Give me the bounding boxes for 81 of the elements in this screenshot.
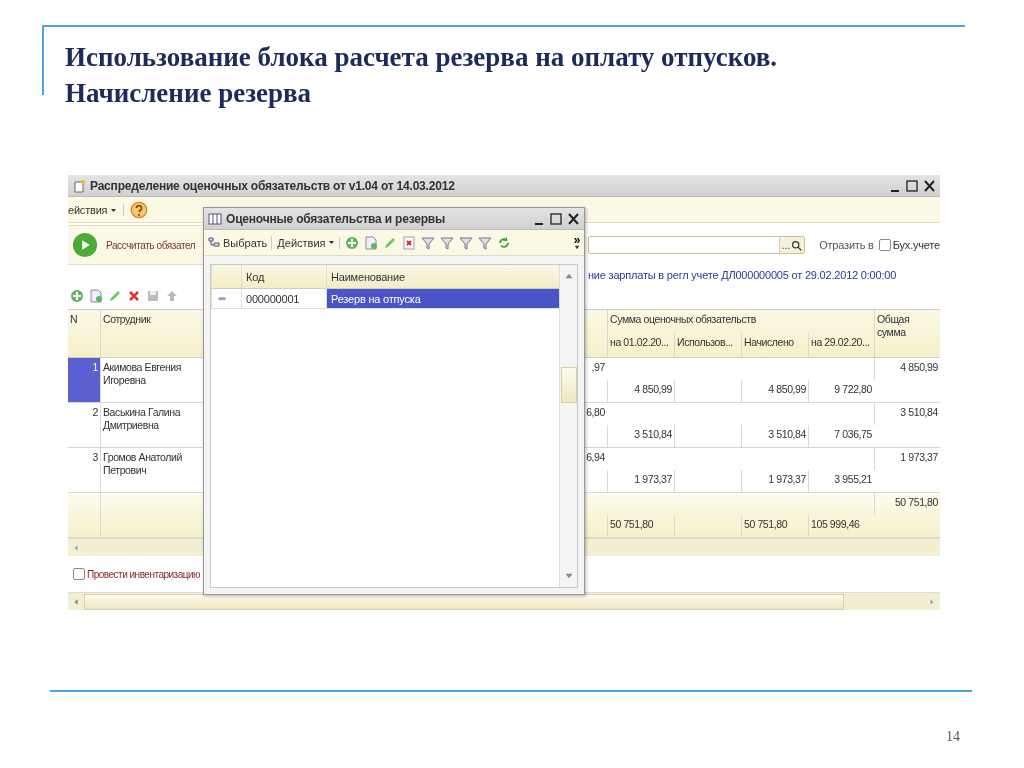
left-arrow-icon[interactable] [72,543,80,552]
table-cell: 7 036,75 [808,425,874,447]
search-field[interactable]: ... [587,236,806,254]
employee-name: Громов Анатолий Петрович [100,448,200,492]
search-icon [791,239,803,251]
delete-icon[interactable] [127,289,141,303]
plus-icon[interactable] [344,235,359,250]
checkbox[interactable] [73,568,85,580]
refresh-icon[interactable] [496,235,511,250]
row-number[interactable]: 3 [68,448,100,492]
scrollbar-thumb[interactable] [560,367,577,403]
column-header[interactable]: Код [241,265,326,288]
table-icon [208,211,222,226]
column-header: Сумма оценочных обязательств [607,310,874,333]
table-cell: 9 722,80 [808,380,874,402]
table-cell: 3 510,84 [741,425,808,447]
table-cell: 4 850,99 [741,380,808,402]
table-cell: 3 510,84 [874,403,940,425]
dialog-title: Оценочные обязательства и резервы [226,211,447,226]
window-title: Распределение оценочных обязательств от v1.04 от 14.03.2012 [90,178,456,193]
delete-icon[interactable] [401,235,416,250]
plus-icon[interactable] [70,289,84,303]
more-button[interactable]: » [573,234,581,251]
select-button[interactable]: Выбрать [207,235,273,250]
item-icon [216,294,228,303]
total-cell: 50 751,80 [607,515,674,537]
table-cell: 50 751,80 [874,493,940,515]
scrollbar-thumb[interactable] [84,593,844,610]
save-icon[interactable] [146,289,160,303]
table-cell: 4 850,99 [607,380,674,402]
column-header: N [69,312,79,327]
document-icon [72,178,86,193]
document-icon[interactable] [363,235,378,250]
actions-menu[interactable]: ействия [68,203,125,216]
column-header: Общая сумма [874,310,940,357]
actions-menu[interactable]: Действия [277,236,340,249]
table-cell: 1 973,37 [874,448,940,470]
checkbox-label: Провести инвентаризацию [87,568,201,580]
caret-icon [573,244,581,251]
employee-name: Васькина Галина Дмитриевна [100,403,200,447]
page-number: 14 [946,729,960,745]
total-cell: 50 751,80 [741,515,808,537]
table-cell: 4 850,99 [874,358,940,380]
checkbox-label: Бух.учете [892,239,940,251]
tree-icon [207,235,221,250]
pencil-icon[interactable] [108,289,122,303]
window-controls-icon[interactable] [534,211,580,226]
right-arrow-icon[interactable] [928,597,936,606]
help-icon[interactable] [130,200,149,219]
table-cell: 3 510,84 [607,425,674,447]
column-header: Использов... [674,333,741,357]
filter-icon[interactable] [439,235,454,250]
column-header: на 01.02.20... [607,333,674,357]
select-button[interactable]: ... [778,237,805,253]
employee-name: Акимова Евгения Игоревна [100,358,200,402]
filter-icon[interactable] [420,235,435,250]
checkbox[interactable] [878,239,891,251]
caret-icon [110,206,118,214]
up-arrow-icon[interactable] [165,289,179,303]
total-cell: 105 999,46 [808,515,874,537]
table-cell: 1 973,37 [607,470,674,492]
slide-title: Начисление резерва [65,77,313,110]
table-cell: 3 955,21 [808,470,874,492]
column-header: на 29.02.20... [808,333,874,357]
document-link[interactable]: ние зарплаты в регл учете ДЛ000000005 от 29.02.2012 0:00:00 [588,269,897,281]
play-icon [72,232,98,258]
row-number[interactable]: 1 [68,358,100,402]
filter-icon[interactable] [477,235,492,250]
slide-title: Использование блока расчета резерва на оплату отпусков. [65,41,779,74]
reflect-label: Отразить в [819,239,874,251]
table-cell: 1 973,37 [741,470,808,492]
table-cell[interactable]: Резерв на отпуска [326,289,559,308]
row-number[interactable]: 2 [68,403,100,447]
document-icon[interactable] [89,289,103,303]
filter-icon[interactable] [458,235,473,250]
window-controls-icon[interactable] [890,178,936,193]
left-arrow-icon[interactable] [72,597,80,606]
column-header: Начислено [741,333,808,357]
column-header: Сотрудник [100,310,200,357]
scrollbar[interactable] [559,265,577,587]
caret-icon [327,239,335,246]
